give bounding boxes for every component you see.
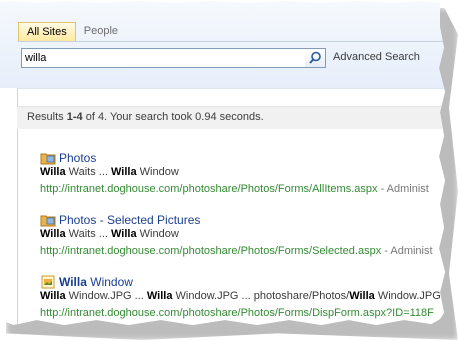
- result-title: Photos - Selected Pictures: [40, 213, 200, 227]
- snippet-highlight: Willa: [40, 290, 66, 302]
- search-button[interactable]: [305, 48, 326, 68]
- scope-tabs: All Sites People: [18, 22, 126, 41]
- result-title-link[interactable]: Willa Window: [59, 275, 133, 289]
- snippet-highlight: Willa: [40, 166, 66, 178]
- folder-pictures-icon: [40, 213, 56, 227]
- title-text: Window: [86, 275, 133, 289]
- result-title-link[interactable]: Photos: [59, 151, 96, 165]
- search-box: [21, 48, 306, 68]
- summary-prefix: Results: [27, 111, 67, 123]
- search-area: All Sites People Advanced Search: [0, 1, 445, 88]
- result-author: - Administ: [377, 183, 429, 195]
- snippet-text: Waits ...: [65, 228, 112, 240]
- snippet-highlight: Willa: [111, 228, 137, 240]
- result-author: - Administ: [381, 245, 433, 257]
- snippet-highlight: Willa: [349, 290, 375, 302]
- results-summary-text: Results 1-4 of 4. Your search took 0.94 …: [27, 111, 264, 123]
- result-title: Willa Window: [40, 275, 133, 289]
- snippet-text: Window.JPG ...: [65, 290, 147, 302]
- image-file-icon: [40, 275, 56, 289]
- search-icon: [309, 51, 321, 64]
- tab-all-sites[interactable]: All Sites: [18, 22, 76, 41]
- screenshot-frame: All Sites People Advanced Search Results…: [0, 1, 445, 325]
- snippet-text: Window: [136, 228, 179, 240]
- result-url-text: http://intranet.doghouse.com/photoshare/…: [40, 183, 378, 195]
- result-url[interactable]: http://intranet.doghouse.com/photoshare/…: [40, 183, 429, 195]
- result-snippet: Willa Waits ... Willa Window: [40, 166, 179, 178]
- advanced-search-link[interactable]: Advanced Search: [333, 51, 420, 63]
- result-url-text: http://intranet.doghouse.com/photoshare/…: [40, 307, 434, 319]
- result-snippet: Willa Waits ... Willa Window: [40, 228, 179, 240]
- snippet-text: Waits ...: [65, 166, 112, 178]
- tab-people[interactable]: People: [76, 22, 126, 41]
- result-title-link[interactable]: Photos - Selected Pictures: [59, 213, 200, 227]
- summary-detail: of 4. Your search took 0.94 seconds.: [82, 111, 264, 123]
- snippet-text: Window.JPG: [374, 290, 441, 302]
- result-snippet: Willa Window.JPG ... Willa Window.JPG ..…: [40, 290, 441, 302]
- result-url[interactable]: http://intranet.doghouse.com/photoshare/…: [40, 307, 434, 319]
- tab-divider: [18, 41, 443, 42]
- result-url[interactable]: http://intranet.doghouse.com/photoshare/…: [40, 245, 433, 257]
- search-results-page: All Sites People Advanced Search Results…: [0, 1, 445, 325]
- result-title: Photos: [40, 151, 96, 165]
- folder-pictures-icon: [40, 151, 56, 165]
- snippet-text: Window.JPG ... photoshare/Photos/: [172, 290, 350, 302]
- result-url-text: http://intranet.doghouse.com/photoshare/…: [40, 245, 382, 257]
- snippet-text: Window: [136, 166, 179, 178]
- title-highlight: Willa: [59, 275, 87, 289]
- search-input[interactable]: [25, 51, 295, 65]
- snippet-highlight: Willa: [111, 166, 137, 178]
- snippet-highlight: Willa: [40, 228, 66, 240]
- snippet-highlight: Willa: [146, 290, 173, 302]
- summary-range: 1-4: [66, 111, 83, 123]
